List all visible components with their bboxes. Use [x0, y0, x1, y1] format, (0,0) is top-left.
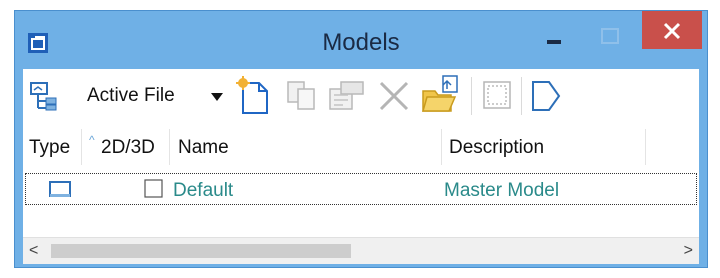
toolbar-separator	[521, 77, 522, 115]
delete-icon[interactable]	[377, 79, 411, 118]
design-model-icon	[48, 180, 72, 205]
active-file-dropdown[interactable]: Active File	[87, 85, 175, 107]
properties-icon[interactable]	[327, 79, 367, 118]
close-button[interactable]	[642, 11, 702, 49]
column-type[interactable]: Type	[29, 137, 70, 159]
column-name[interactable]: Name	[178, 137, 229, 159]
chevron-down-icon[interactable]	[210, 89, 224, 107]
table-row[interactable]: Default Master Model	[25, 173, 697, 205]
column-2d3d[interactable]: 2D/3D	[101, 137, 155, 159]
toolbar: Active File	[23, 69, 699, 124]
minimize-button[interactable]	[535, 23, 575, 57]
column-divider[interactable]	[81, 129, 82, 165]
model-description[interactable]: Master Model	[444, 180, 559, 202]
import-icon[interactable]	[421, 73, 461, 120]
column-header: Type ^ 2D/3D Name Description	[23, 123, 699, 172]
model-name[interactable]: Default	[173, 180, 233, 202]
maximize-button[interactable]	[590, 21, 630, 55]
scrollbar-thumb[interactable]	[51, 244, 351, 258]
column-divider[interactable]	[169, 129, 170, 165]
column-divider[interactable]	[441, 129, 442, 165]
2d3d-checkbox[interactable]	[144, 179, 164, 204]
column-divider[interactable]	[645, 129, 646, 165]
sort-indicator-icon: ^	[89, 133, 95, 147]
models-window: Models Active File Type ^ 2D/3D Name Des…	[14, 10, 708, 268]
toolbar-separator	[471, 77, 472, 115]
new-model-icon[interactable]	[235, 75, 271, 120]
scroll-right-icon[interactable]: >	[677, 242, 693, 260]
close-icon	[663, 22, 681, 40]
model-tree-icon[interactable]	[29, 81, 59, 116]
column-description[interactable]: Description	[449, 137, 544, 159]
horizontal-scrollbar[interactable]: < >	[23, 237, 699, 264]
copy-model-icon[interactable]	[285, 79, 319, 118]
scroll-left-icon[interactable]: <	[29, 242, 45, 260]
sheet-icon[interactable]	[529, 79, 563, 118]
title-bar[interactable]: Models	[15, 11, 707, 67]
select-icon[interactable]	[481, 79, 515, 118]
